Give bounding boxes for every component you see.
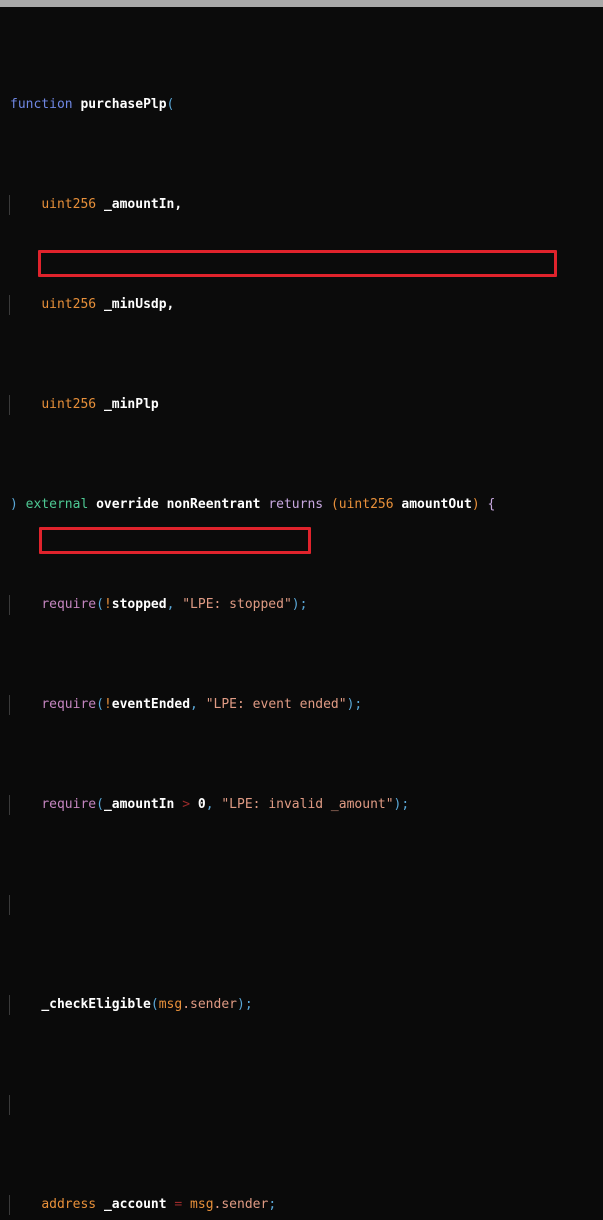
token-paren-open: (	[330, 497, 339, 512]
code-line[interactable]: _checkEligible(msg.sender);	[0, 995, 603, 1015]
token-paren-open: (	[150, 997, 159, 1012]
token-string: "LPE: invalid _amount"	[221, 797, 394, 812]
indent-guide	[9, 295, 10, 315]
token-keyword-override: override	[96, 497, 159, 512]
indent-guide	[9, 995, 10, 1015]
code-line-blank[interactable]	[0, 1095, 603, 1115]
token-operator-not: !	[103, 697, 112, 712]
token-operator-assign: =	[174, 1197, 183, 1212]
token-brace-open: {	[487, 497, 496, 512]
token-require: require	[41, 797, 97, 812]
token-number: 0	[197, 797, 206, 812]
token-string: "LPE: event ended"	[205, 697, 347, 712]
token-keyword-returns: returns	[268, 497, 324, 512]
token-member-sender: .sender	[213, 1197, 269, 1212]
token-function-name: purchasePlp	[80, 97, 167, 112]
code-line[interactable]: ) external override nonReentrant returns…	[0, 495, 603, 515]
token-paren-close: )	[471, 497, 480, 512]
code-line[interactable]: address _account = msg.sender;	[0, 1195, 603, 1215]
token-paren-open: (	[96, 697, 104, 712]
code-line[interactable]: require(!stopped, "LPE: stopped");	[0, 595, 603, 615]
code-line[interactable]: require(!eventEnded, "LPE: event ended")…	[0, 695, 603, 715]
token-global-msg: msg	[190, 1197, 214, 1212]
token-type-uint256: uint256	[41, 297, 97, 312]
token-return-name: amountOut	[401, 497, 472, 512]
token-param-amountin: _amountIn,	[103, 197, 183, 212]
token-member-sender: .sender	[182, 997, 237, 1012]
indent-guide	[9, 1195, 10, 1215]
token-paren-close: )	[10, 497, 18, 512]
token-param-minplp: _minPlp	[103, 397, 159, 412]
token-param-minusdp: _minUsdp,	[103, 297, 175, 312]
token-var-eventended: eventEnded	[111, 697, 191, 712]
token-keyword-function: function	[10, 97, 73, 112]
code-editor-pane[interactable]: function purchasePlp( uint256 _amountIn,…	[0, 0, 603, 1215]
token-paren-close: );	[237, 997, 253, 1012]
token-call-checkeligible: _checkEligible	[41, 997, 151, 1012]
code-line[interactable]: require(_amountIn > 0, "LPE: invalid _am…	[0, 795, 603, 815]
token-paren-open: (	[166, 97, 175, 112]
code-line[interactable]: uint256 _minUsdp,	[0, 295, 603, 315]
token-paren-close: );	[346, 697, 363, 712]
horizontal-scrollbar-track[interactable]	[0, 0, 603, 7]
code-line[interactable]: uint256 _minPlp	[0, 395, 603, 415]
token-modifier-nonreentrant: nonReentrant	[166, 497, 261, 512]
token-paren-open: (	[96, 797, 104, 812]
token-visibility-external: external	[25, 497, 89, 512]
code-line-blank[interactable]	[0, 895, 603, 915]
code-line[interactable]: function purchasePlp(	[0, 95, 603, 115]
indent-guide	[9, 695, 10, 715]
indent-guide	[9, 195, 10, 215]
code-line[interactable]: uint256 _amountIn,	[0, 195, 603, 215]
token-var-amountin: _amountIn	[103, 797, 175, 812]
indent-guide	[9, 795, 10, 815]
token-paren-close: );	[393, 797, 410, 812]
horizontal-scrollbar-thumb[interactable]	[0, 0, 603, 7]
token-operator-gt: >	[182, 797, 191, 812]
token-type-uint256: uint256	[41, 197, 97, 212]
code-content[interactable]: function purchasePlp( uint256 _amountIn,…	[0, 7, 603, 1220]
token-type-address: address	[41, 1197, 97, 1212]
token-require: require	[41, 697, 97, 712]
token-type-uint256: uint256	[41, 397, 97, 412]
indent-guide	[9, 395, 10, 415]
token-type-uint256: uint256	[338, 497, 394, 512]
indent-guide	[9, 895, 10, 915]
token-semicolon: ;	[268, 1197, 277, 1212]
token-global-msg: msg	[158, 997, 183, 1012]
token-comma: ,	[190, 697, 198, 712]
indent-guide	[9, 595, 10, 615]
indent-guide	[9, 1095, 10, 1115]
token-comma: ,	[205, 797, 214, 812]
token-var-account: _account	[103, 1197, 167, 1212]
